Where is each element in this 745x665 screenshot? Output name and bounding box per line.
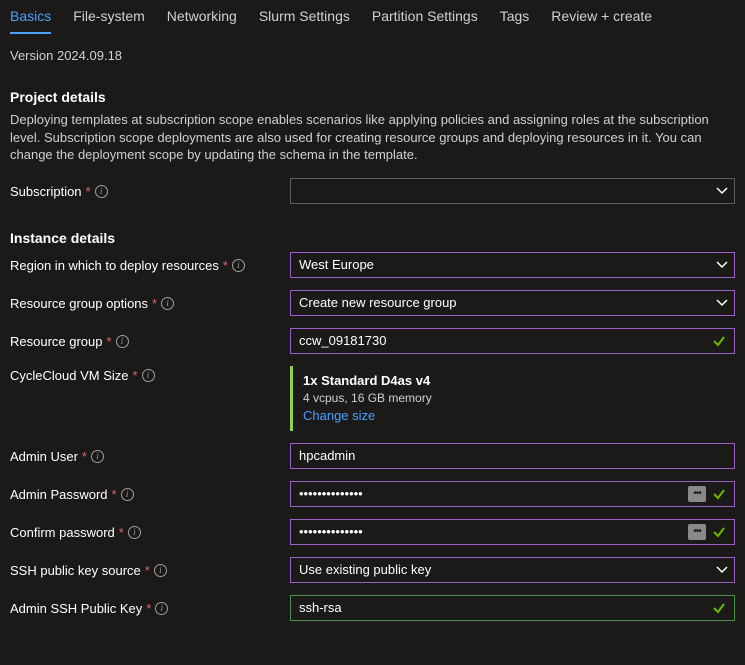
confirm-password-label: Confirm password	[10, 525, 115, 540]
rg-label: Resource group	[10, 334, 103, 349]
required-marker: *	[119, 525, 124, 540]
confirm-password-value: ••••••••••••••	[299, 524, 363, 539]
required-marker: *	[82, 449, 87, 464]
vmsize-label: CycleCloud VM Size	[10, 368, 129, 383]
admin-user-input[interactable]: hpcadmin	[290, 443, 735, 469]
checkmark-icon	[712, 334, 726, 348]
tab-review-create[interactable]: Review + create	[551, 8, 652, 32]
required-marker: *	[112, 487, 117, 502]
required-marker: *	[133, 368, 138, 383]
info-icon[interactable]: i	[154, 564, 167, 577]
project-details-title: Project details	[10, 89, 735, 105]
confirm-password-input[interactable]: •••••••••••••• •••	[290, 519, 735, 545]
ssh-source-value: Use existing public key	[299, 562, 431, 577]
region-select[interactable]: West Europe	[290, 252, 735, 278]
admin-password-input[interactable]: •••••••••••••• •••	[290, 481, 735, 507]
version-text: Version 2024.09.18	[10, 48, 735, 63]
rg-options-select[interactable]: Create new resource group	[290, 290, 735, 316]
info-icon[interactable]: i	[121, 488, 134, 501]
required-marker: *	[145, 563, 150, 578]
checkmark-icon	[712, 525, 726, 539]
admin-user-value: hpcadmin	[299, 448, 355, 463]
required-marker: *	[86, 184, 91, 199]
info-icon[interactable]: i	[155, 602, 168, 615]
rg-input[interactable]: ccw_09181730	[290, 328, 735, 354]
admin-password-value: ••••••••••••••	[299, 486, 363, 501]
info-icon[interactable]: i	[161, 297, 174, 310]
checkmark-icon	[712, 601, 726, 615]
subscription-select[interactable]	[290, 178, 735, 204]
region-label: Region in which to deploy resources	[10, 258, 219, 273]
tab-slurm-settings[interactable]: Slurm Settings	[259, 8, 350, 32]
vmsize-box: 1x Standard D4as v4 4 vcpus, 16 GB memor…	[290, 366, 735, 431]
chevron-down-icon	[716, 297, 728, 309]
ssh-source-label: SSH public key source	[10, 563, 141, 578]
vmsize-title: 1x Standard D4as v4	[303, 372, 725, 390]
admin-password-label: Admin Password	[10, 487, 108, 502]
ssh-key-label: Admin SSH Public Key	[10, 601, 142, 616]
region-value: West Europe	[299, 257, 374, 272]
info-icon[interactable]: i	[116, 335, 129, 348]
ssh-key-input[interactable]: ssh-rsa	[290, 595, 735, 621]
chevron-down-icon	[716, 185, 728, 197]
admin-user-label: Admin User	[10, 449, 78, 464]
tab-tags[interactable]: Tags	[500, 8, 530, 32]
info-icon[interactable]: i	[128, 526, 141, 539]
tab-partition-settings[interactable]: Partition Settings	[372, 8, 478, 32]
info-icon[interactable]: i	[95, 185, 108, 198]
change-size-link[interactable]: Change size	[303, 407, 725, 425]
required-marker: *	[223, 258, 228, 273]
tab-bar: Basics File-system Networking Slurm Sett…	[10, 0, 735, 34]
info-icon[interactable]: i	[91, 450, 104, 463]
tab-filesystem[interactable]: File-system	[73, 8, 145, 32]
vmsize-sub: 4 vcpus, 16 GB memory	[303, 390, 725, 407]
chevron-down-icon	[716, 564, 728, 576]
tab-networking[interactable]: Networking	[167, 8, 237, 32]
ssh-key-value: ssh-rsa	[299, 600, 342, 615]
checkmark-icon	[712, 487, 726, 501]
password-reveal-icon[interactable]: •••	[688, 524, 706, 540]
rg-options-value: Create new resource group	[299, 295, 457, 310]
required-marker: *	[152, 296, 157, 311]
required-marker: *	[146, 601, 151, 616]
subscription-label: Subscription	[10, 184, 82, 199]
password-reveal-icon[interactable]: •••	[688, 486, 706, 502]
instance-details-title: Instance details	[10, 230, 735, 246]
rg-value: ccw_09181730	[299, 333, 386, 348]
required-marker: *	[107, 334, 112, 349]
info-icon[interactable]: i	[232, 259, 245, 272]
rg-options-label: Resource group options	[10, 296, 148, 311]
chevron-down-icon	[716, 259, 728, 271]
ssh-source-select[interactable]: Use existing public key	[290, 557, 735, 583]
info-icon[interactable]: i	[142, 369, 155, 382]
tab-basics[interactable]: Basics	[10, 8, 51, 34]
project-details-desc: Deploying templates at subscription scop…	[10, 111, 735, 164]
